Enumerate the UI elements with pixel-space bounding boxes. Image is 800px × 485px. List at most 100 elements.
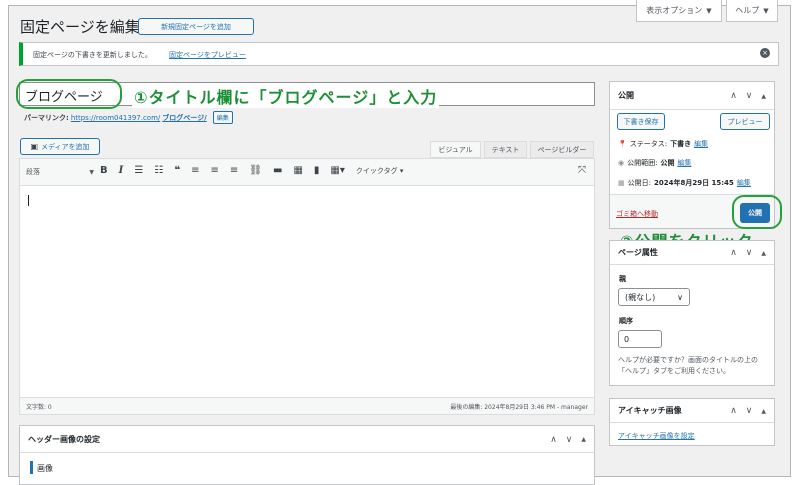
visibility-row: ◉ 公開範囲: 公開 編集 (618, 158, 691, 168)
align-right-icon[interactable]: ≡ (230, 165, 238, 176)
move-down-icon[interactable]: ∨ (566, 435, 573, 445)
date-label: 公開日: (627, 179, 651, 187)
date-row: ▦ 公開日: 2024年8月29日 15:45 編集 (618, 178, 751, 188)
notice-preview-link[interactable]: 固定ページをプレビュー (169, 50, 246, 60)
align-center-icon[interactable]: ≡ (211, 165, 219, 176)
tab-visual[interactable]: ビジュアル (430, 141, 481, 158)
toggle-panel-icon[interactable]: ▲ (581, 436, 586, 443)
help-tab[interactable]: ヘルプ ▼ (726, 0, 778, 22)
order-input[interactable]: 0 (618, 330, 662, 348)
tab-page-builder[interactable]: ページビルダー (530, 141, 594, 158)
annotation-step1: ①タイトル欄に「ブログページ」と入力 (132, 84, 440, 108)
permalink-base[interactable]: https://room041397.com/ (71, 114, 160, 122)
add-media-button[interactable]: ▣ メディアを追加 (20, 138, 100, 155)
toggle-panel-icon[interactable]: ▲ (761, 250, 766, 257)
notice-text: 固定ページの下書きを更新しました。 (33, 51, 152, 59)
publish-box-title-text: 公開 (618, 91, 634, 100)
featured-image-box: アイキャッチ画像 ∧ ∨ ▲ アイキャッチ画像を設定 (609, 398, 775, 446)
featured-image-title-text: アイキャッチ画像 (618, 406, 682, 415)
annotation-ring-publish (732, 195, 782, 229)
table-icon[interactable]: ▦▾ (330, 165, 344, 176)
quicktag-dropdown[interactable]: クイックタグ ▾ (356, 166, 403, 176)
move-down-icon[interactable]: ∨ (746, 406, 753, 416)
screen-options-label: 表示オプション (646, 6, 703, 15)
bulleted-list-icon[interactable]: ☰ (134, 165, 143, 176)
help-label: ヘルプ (735, 6, 760, 15)
word-count: 文字数: 0 (26, 404, 52, 411)
trash-link[interactable]: ゴミ箱へ移動 (616, 209, 658, 219)
caret-down-icon: ▼ (763, 6, 769, 15)
box-controls: ∧ ∨ ▲ (730, 82, 766, 110)
align-left-icon[interactable]: ≡ (191, 165, 199, 176)
box-controls: ∧ ∨ ▲ (730, 241, 766, 265)
dismiss-icon[interactable]: × (760, 48, 770, 58)
chevron-down-icon: ∨ (677, 292, 683, 302)
blockquote-icon[interactable]: ❝ (174, 165, 180, 176)
update-notice: 固定ページの下書きを更新しました。 固定ページをプレビュー × (19, 42, 779, 66)
permalink-edit-button[interactable]: 編集 (212, 111, 233, 124)
pin-icon: 📍 (618, 140, 627, 148)
move-up-icon[interactable]: ∧ (730, 91, 737, 101)
box-controls: ∧ ∨ ▲ (550, 426, 586, 453)
permalink-row: パーマリンク: https://room041397.com/ブログページ/ 編… (24, 111, 233, 124)
move-up-icon[interactable]: ∧ (550, 435, 557, 445)
visibility-label: 公開範囲: (627, 159, 658, 167)
toolbar-toggle-icon[interactable]: ▦ (293, 165, 302, 176)
permalink-slug[interactable]: ブログページ/ (162, 113, 206, 123)
bold-icon[interactable]: B (100, 165, 108, 176)
date-value: 2024年8月29日 15:45 (653, 179, 734, 187)
quicktag-label: クイックタグ (355, 166, 398, 175)
page-break-icon[interactable]: ▮ (314, 165, 320, 176)
link-icon[interactable]: ⛓ (249, 165, 262, 176)
set-featured-image-link[interactable]: アイキャッチ画像を設定 (618, 431, 695, 441)
add-media-label: メディアを追加 (41, 142, 90, 151)
order-input-value: 0 (624, 334, 630, 344)
editor-status-bar: 文字数: 0 最後の編集: 2024年8月29日 3:46 PM - manag… (20, 397, 594, 414)
status-row: 📍 ステータス: 下書き 編集 (618, 139, 708, 149)
parent-select[interactable]: (親なし) ∨ (618, 288, 690, 306)
add-new-page-button[interactable]: 新規固定ページを追加 (138, 18, 254, 35)
section-marker (30, 461, 33, 474)
page-title: 固定ページを編集 (20, 18, 140, 36)
parent-label: 親 (619, 275, 626, 283)
format-select[interactable]: 段落 ▼ (26, 165, 94, 179)
format-select-value: 段落 (26, 168, 40, 176)
preview-button[interactable]: プレビュー (720, 113, 770, 130)
numbered-list-icon[interactable]: ☷ (154, 165, 163, 176)
visibility-edit-link[interactable]: 編集 (677, 158, 691, 168)
parent-select-value: (親なし) (625, 292, 656, 302)
visibility-value: 公開 (660, 159, 675, 167)
date-edit-link[interactable]: 編集 (737, 178, 751, 188)
editor-toolbar: 段落 ▼ B I ☰ ☷ ❝ ≡ ≡ ≡ ⛓ ▬ ▦ ▮ ▦▾ クイックタグ ▾… (20, 159, 594, 186)
page-attributes-box: ページ属性 ∧ ∨ ▲ 親 (親なし) ∨ 順序 0 ヘルプが必要ですか？画面のタイ… (609, 240, 775, 386)
header-image-box: ヘッダー画像の設定 ∧ ∨ ▲ 画像 (19, 425, 595, 485)
toggle-panel-icon[interactable]: ▲ (761, 93, 766, 100)
move-up-icon[interactable]: ∧ (730, 406, 737, 416)
header-image-sub-label: 画像 (37, 464, 53, 473)
read-more-icon[interactable]: ▬ (273, 165, 282, 176)
toggle-panel-icon[interactable]: ▲ (761, 408, 766, 415)
tab-text[interactable]: テキスト (484, 141, 527, 158)
media-icon: ▣ (30, 142, 39, 151)
text-cursor (28, 195, 29, 206)
status-label: ステータス: (629, 140, 668, 148)
move-down-icon[interactable]: ∨ (746, 91, 753, 101)
annotation-ring-title (16, 79, 122, 109)
order-label: 順序 (619, 317, 633, 325)
move-down-icon[interactable]: ∨ (746, 248, 753, 258)
box-controls: ∧ ∨ ▲ (730, 399, 766, 423)
page-attributes-title-text: ページ属性 (618, 248, 658, 257)
caret-down-icon: ▼ (706, 6, 712, 15)
page-attributes-help: ヘルプが必要ですか？画面のタイトルの上の「ヘルプ」タブをご利用ください。 (618, 356, 758, 375)
save-draft-button[interactable]: 下書き保存 (617, 113, 665, 130)
toolbar-buttons: B I ☰ ☷ ❝ ≡ ≡ ≡ ⛓ ▬ ▦ ▮ ▦▾ クイックタグ ▾ (100, 165, 403, 176)
fullscreen-icon[interactable]: ⤧ (578, 165, 586, 176)
permalink-label: パーマリンク: (24, 113, 69, 122)
caret-down-icon: ▼ (89, 168, 94, 176)
screen-options-tab[interactable]: 表示オプション ▼ (636, 0, 722, 22)
italic-icon[interactable]: I (119, 165, 124, 176)
status-edit-link[interactable]: 編集 (694, 139, 708, 149)
header-image-box-title: ヘッダー画像の設定 (20, 426, 594, 453)
move-up-icon[interactable]: ∧ (730, 248, 737, 258)
header-image-box-title-text: ヘッダー画像の設定 (28, 434, 100, 444)
